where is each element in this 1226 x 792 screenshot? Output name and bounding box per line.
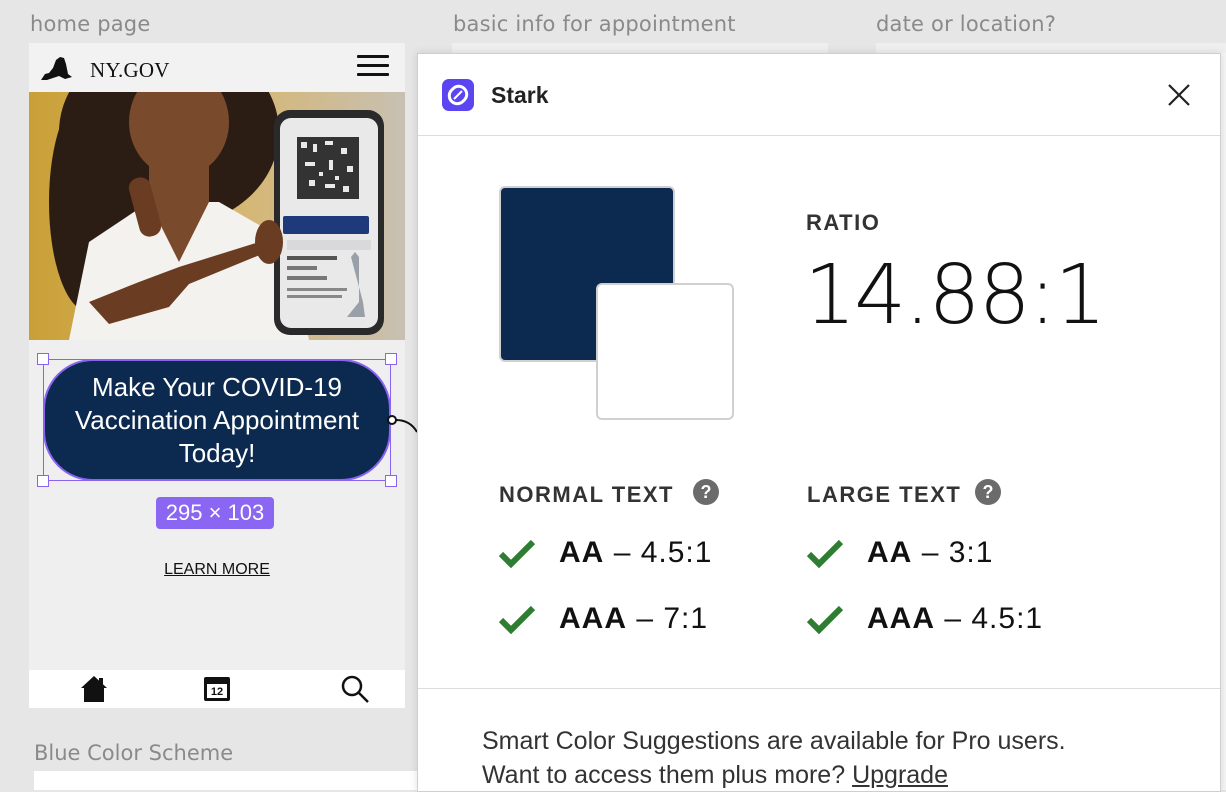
- cta-line-3: Today!: [178, 437, 256, 468]
- normal-text-label: NORMAL TEXT: [499, 482, 674, 507]
- suggest-line-2-text: Want to access them plus more?: [482, 761, 846, 789]
- frame-blue-scheme: [34, 771, 424, 790]
- suggest-line-1: Smart Color Suggestions are available fo…: [482, 727, 1066, 755]
- normal-aaa-check-icon: [498, 605, 536, 635]
- resize-handle-bottom-left[interactable]: [37, 475, 49, 487]
- upgrade-link[interactable]: Upgrade: [852, 761, 948, 789]
- stark-header: Stark: [418, 54, 1220, 136]
- frame-label-home: home page: [30, 12, 151, 36]
- search-icon[interactable]: [340, 674, 370, 704]
- normal-aaa-result: AAA – 7:1: [559, 602, 708, 636]
- stark-panel: Stark RATIO 14.88:1 NORMAL TEXT ? LARGE …: [417, 53, 1221, 792]
- normal-aaa-level: AAA: [559, 602, 627, 635]
- large-aa-ratio: – 3:1: [921, 536, 994, 569]
- large-aa-level: AA: [867, 536, 913, 569]
- suggest-line-2: Want to access them plus more? Upgrade: [482, 758, 1066, 792]
- ratio-value: 14.88:1: [804, 248, 1107, 343]
- home-icon[interactable]: [79, 674, 109, 704]
- cta-line-2: Vaccination Appointment: [74, 404, 360, 435]
- normal-aa-result: AA – 4.5:1: [559, 536, 712, 570]
- prototype-connector: [387, 415, 418, 433]
- dimension-badge: 295 × 103: [156, 497, 274, 529]
- large-text-label: LARGE TEXT: [807, 482, 962, 507]
- large-aa-check-icon: [806, 539, 844, 569]
- site-header: NY.GOV: [29, 43, 405, 92]
- pro-suggestion: Smart Color Suggestions are available fo…: [482, 724, 1066, 792]
- large-aaa-result: AAA – 4.5:1: [867, 602, 1043, 636]
- frame-label-date-location: date or location?: [876, 12, 1057, 36]
- menu-icon[interactable]: [357, 55, 389, 77]
- normal-aa-level: AA: [559, 536, 605, 569]
- large-aaa-level: AAA: [867, 602, 935, 635]
- ny-state-logo-icon: [41, 57, 72, 80]
- home-page-frame: NY.GOV Make Your COVID-19 Vaccination Ap…: [29, 43, 405, 708]
- normal-aaa-ratio: – 7:1: [636, 602, 709, 635]
- background-swatch[interactable]: [596, 283, 734, 420]
- stark-title: Stark: [491, 82, 549, 108]
- resize-handle-top-left[interactable]: [37, 353, 49, 365]
- resize-handle-top-right[interactable]: [385, 353, 397, 365]
- bottom-nav: 12: [29, 670, 405, 708]
- panel-divider: [418, 688, 1220, 689]
- normal-aa-ratio: – 4.5:1: [613, 536, 713, 569]
- frame-label-basic-info: basic info for appointment: [453, 12, 736, 36]
- frame-label-blue-scheme: Blue Color Scheme: [34, 741, 234, 765]
- calendar-icon[interactable]: 12: [203, 674, 231, 702]
- stark-logo-icon: [442, 79, 474, 111]
- cta-selection: Make Your COVID-19 Vaccination Appointme…: [37, 353, 397, 487]
- large-text-help-icon[interactable]: ?: [975, 479, 1001, 505]
- normal-aa-check-icon: [498, 539, 536, 569]
- large-aaa-ratio: – 4.5:1: [944, 602, 1044, 635]
- large-aa-result: AA – 3:1: [867, 536, 993, 570]
- close-icon[interactable]: [1164, 80, 1194, 110]
- normal-text-help-icon[interactable]: ?: [693, 479, 719, 505]
- calendar-day: 12: [210, 686, 224, 698]
- site-name[interactable]: NY.GOV: [90, 58, 170, 83]
- large-aaa-check-icon: [806, 605, 844, 635]
- hero-image: [29, 92, 405, 340]
- learn-more-link[interactable]: LEARN MORE: [29, 561, 405, 579]
- make-appointment-button[interactable]: Make Your COVID-19 Vaccination Appointme…: [43, 359, 391, 481]
- resize-handle-bottom-right[interactable]: [385, 475, 397, 487]
- cta-line-1: Make Your COVID-19: [91, 371, 342, 402]
- ratio-label: RATIO: [806, 210, 881, 235]
